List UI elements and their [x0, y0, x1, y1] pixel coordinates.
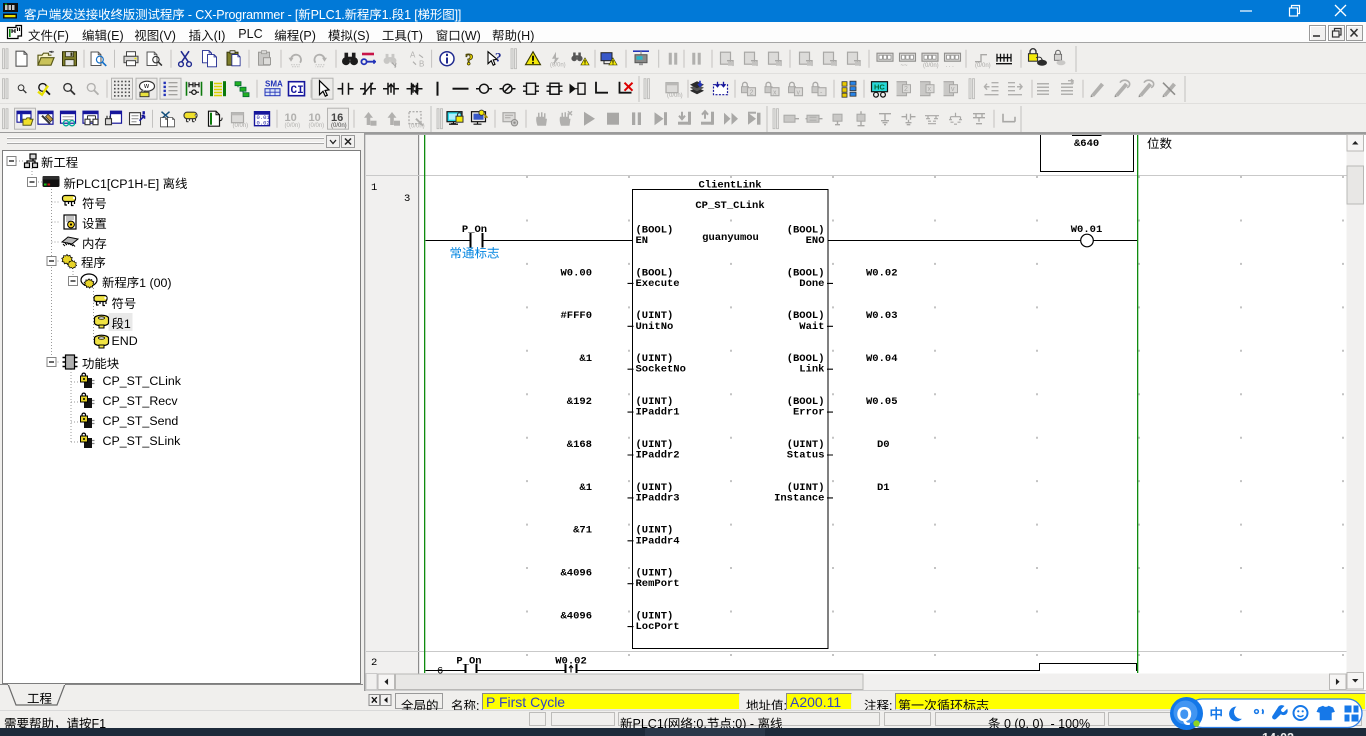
svg-text:LocPort: LocPort: [636, 621, 680, 633]
svg-text:W0.05: W0.05: [866, 396, 898, 408]
svg-text:~~: ~~: [901, 63, 909, 69]
svg-text:W0.02: W0.02: [555, 655, 587, 667]
svg-text:1: 1: [371, 182, 377, 194]
svg-text:Instance: Instance: [774, 492, 824, 504]
svg-text:(0/0n): (0/0n): [233, 123, 249, 129]
svg-text:&168: &168: [567, 439, 592, 451]
svg-text:IPaddr3: IPaddr3: [636, 492, 680, 504]
svg-text:IPaddr2: IPaddr2: [636, 450, 680, 462]
svg-text:P_On: P_On: [462, 224, 487, 236]
svg-text:CP_ST_CLink: CP_ST_CLink: [695, 200, 764, 212]
svg-text:HC: HC: [874, 83, 885, 92]
svg-text:位数: 位数: [1147, 137, 1173, 151]
svg-text:Error: Error: [793, 407, 825, 419]
svg-text:(0/0n): (0/0n): [331, 123, 347, 129]
svg-text:guanyumou: guanyumou: [702, 232, 759, 244]
svg-text:CI: CI: [291, 85, 304, 97]
svg-text:Q: Q: [1177, 704, 1193, 726]
svg-text:Execute: Execute: [636, 278, 680, 290]
svg-text:0.02: 0.02: [257, 120, 270, 127]
svg-text:?: ?: [495, 50, 502, 65]
svg-text:W0.00: W0.00: [560, 267, 592, 279]
svg-text:v: v: [951, 86, 955, 93]
svg-text:UnitNo: UnitNo: [636, 321, 674, 333]
svg-text:&1: &1: [579, 482, 592, 494]
svg-text:3: 3: [404, 193, 410, 205]
svg-text:IPaddr1: IPaddr1: [636, 407, 680, 419]
svg-text:&192: &192: [567, 396, 592, 408]
svg-text:W0.02: W0.02: [866, 267, 898, 279]
svg-text:P_On: P_On: [456, 655, 481, 667]
svg-text:(0/0n): (0/0n): [409, 124, 425, 130]
svg-text:&640: &640: [1074, 138, 1099, 150]
svg-text:W0.01: W0.01: [1071, 224, 1103, 236]
svg-text:W0.04: W0.04: [866, 353, 898, 365]
svg-text:ClientLink: ClientLink: [698, 179, 761, 191]
svg-text:ENO: ENO: [806, 235, 825, 247]
svg-text:SMA: SMA: [265, 80, 283, 89]
svg-text:B: B: [419, 60, 424, 69]
svg-text:?: ?: [465, 50, 474, 69]
svg-text:常通标志: 常通标志: [450, 247, 500, 261]
svg-text:2: 2: [904, 86, 908, 93]
svg-text:D1: D1: [877, 482, 890, 494]
svg-text:W0.03: W0.03: [866, 310, 898, 322]
svg-text:(0/0n): (0/0n): [550, 63, 566, 69]
svg-text:(0/0n): (0/0n): [923, 63, 939, 69]
svg-text:Status: Status: [787, 450, 825, 462]
svg-text:&1: &1: [579, 353, 592, 365]
svg-text:2: 2: [750, 90, 754, 97]
svg-text:(0/0n): (0/0n): [975, 63, 991, 69]
svg-text:#FFF0: #FFF0: [560, 310, 592, 322]
svg-text:&71: &71: [573, 525, 592, 537]
svg-text:. . .: . . .: [946, 63, 955, 69]
svg-text:x: x: [928, 86, 932, 93]
svg-text:RemPort: RemPort: [636, 578, 680, 590]
svg-text:&4096: &4096: [560, 611, 592, 623]
svg-text:2: 2: [371, 657, 377, 669]
svg-text:Wait: Wait: [799, 321, 824, 333]
svg-text:D0: D0: [877, 439, 890, 451]
svg-text:A: A: [410, 51, 416, 60]
svg-text:&4096: &4096: [560, 568, 592, 580]
svg-text:(0/0n): (0/0n): [285, 123, 301, 129]
svg-text:w: w: [143, 83, 150, 90]
svg-text:v: v: [797, 90, 801, 97]
svg-text:SocketNo: SocketNo: [636, 364, 686, 376]
svg-text:x: x: [773, 90, 777, 97]
svg-text:IPaddr4: IPaddr4: [636, 535, 680, 547]
svg-text:EN: EN: [636, 235, 649, 247]
svg-text:Done: Done: [799, 278, 824, 290]
svg-text:(0/0n): (0/0n): [309, 123, 325, 129]
svg-text:Link: Link: [799, 364, 824, 376]
svg-text:(0/0n): (0/0n): [667, 93, 683, 99]
svg-text:中: 中: [1210, 707, 1224, 722]
